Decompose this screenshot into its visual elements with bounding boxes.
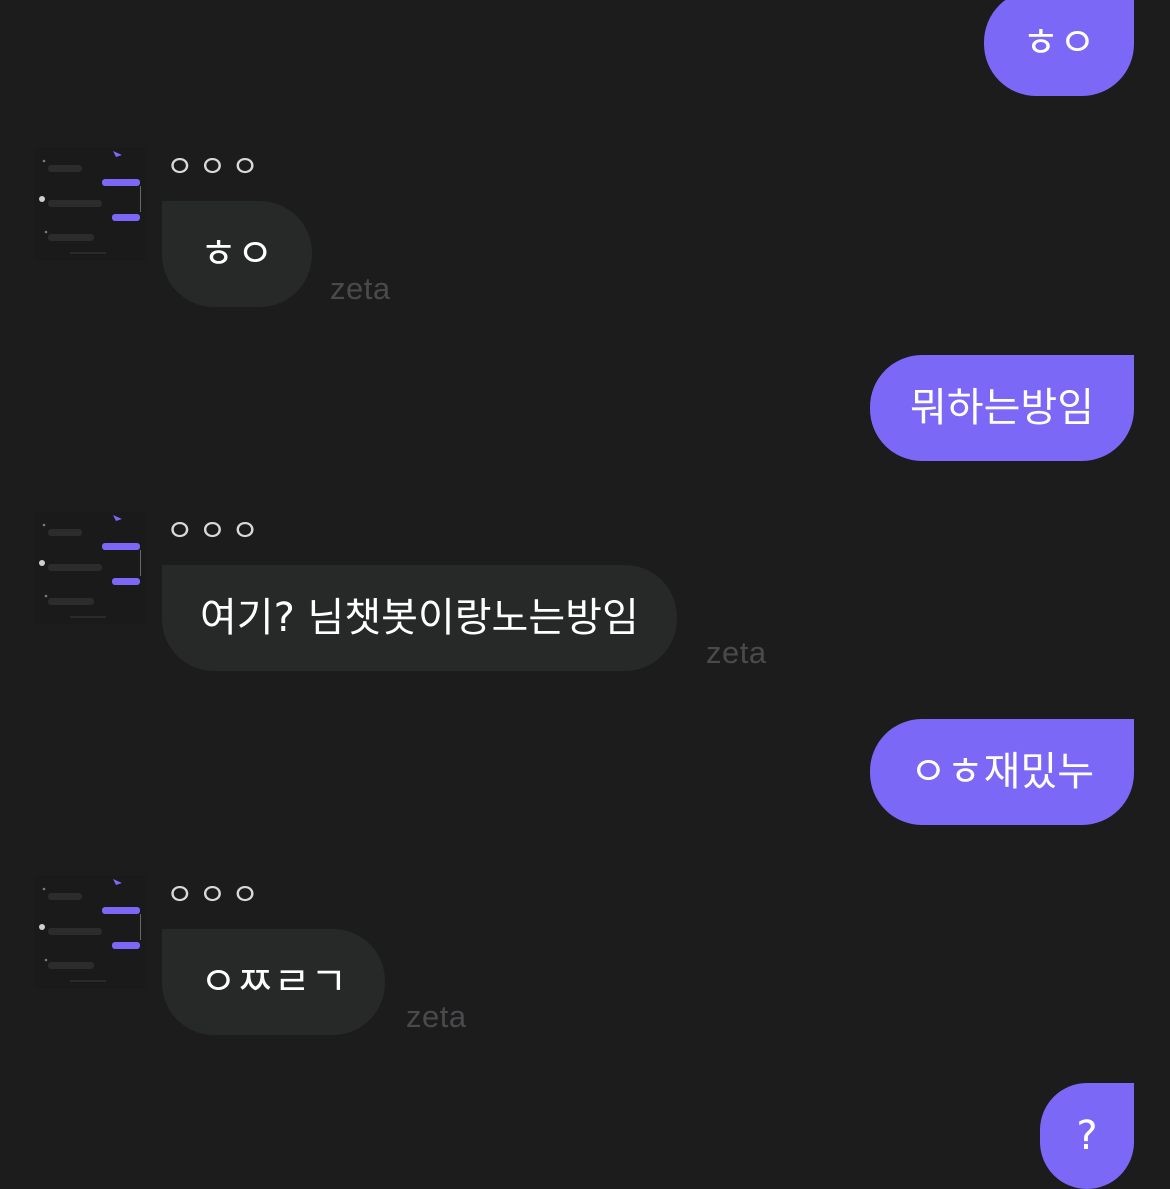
bot-message-bubble[interactable]: ㅇㅉㄹㄱ [162,929,386,1035]
bot-avatar[interactable] [34,876,146,988]
bot-message-bubble[interactable]: ㅎㅇ [162,201,312,307]
bot-sender-name: ㅇㅇㅇ [166,150,264,185]
user-message-bubble[interactable]: 뭐하는방임 [870,355,1134,461]
zeta-watermark: zeta [706,635,767,670]
user-message-bubble[interactable]: ㅎㅇ [984,0,1134,96]
bot-sender-name: ㅇㅇㅇ [166,878,264,913]
bot-avatar[interactable] [34,148,146,260]
user-message-bubble[interactable]: ㅇㅎ재밌누 [870,719,1134,825]
zeta-watermark: zeta [406,999,467,1034]
bot-message-bubble[interactable]: 여기? 님챗봇이랑노는방임 [162,565,677,671]
bot-sender-name: ㅇㅇㅇ [166,514,264,549]
user-message-bubble[interactable]: ? [1040,1083,1134,1189]
bot-avatar[interactable] [34,512,146,624]
zeta-watermark: zeta [330,271,391,306]
